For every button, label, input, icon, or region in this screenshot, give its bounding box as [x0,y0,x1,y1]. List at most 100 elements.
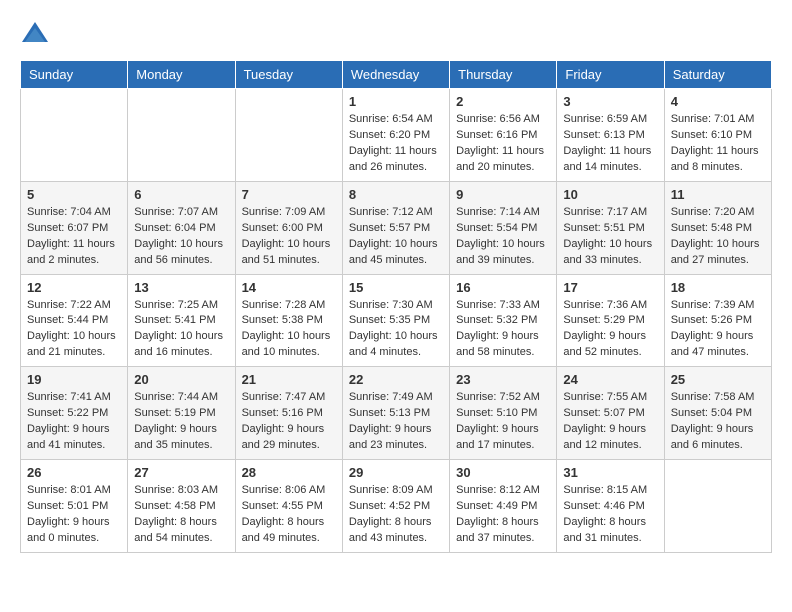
day-number: 4 [671,94,765,109]
calendar-cell: 25 Sunrise: 7:58 AMSunset: 5:04 PMDayligh… [664,367,771,460]
day-info: Sunrise: 7:41 AMSunset: 5:22 PMDaylight:… [27,390,121,454]
day-number: 28 [242,465,336,480]
day-number: 5 [27,187,121,202]
calendar-week-row: 1Sunrise: 6:54 AMSunset: 6:20 PMDaylight… [21,89,772,182]
page-header [20,20,772,50]
day-number: 22 [349,372,443,387]
day-number: 24 [563,372,657,387]
calendar-cell: 31 Sunrise: 8:15 AMSunset: 4:46 PMDayligh… [557,460,664,553]
day-number: 30 [456,465,550,480]
day-info: Sunrise: 8:15 AMSunset: 4:46 PMDaylight:… [563,483,657,547]
day-number: 23 [456,372,550,387]
day-number: 14 [242,280,336,295]
day-info: Sunrise: 7:22 AMSunset: 5:44 PMDaylight:… [27,298,121,362]
day-number: 17 [563,280,657,295]
day-number: 7 [242,187,336,202]
calendar-cell: 29Sunrise: 8:09 AMSunset: 4:52 PMDayligh… [342,460,449,553]
day-info: Sunrise: 7:36 AMSunset: 5:29 PMDaylight:… [563,298,657,362]
calendar-cell: 27 Sunrise: 8:03 AMSunset: 4:58 PMDayligh… [128,460,235,553]
day-info: Sunrise: 7:52 AMSunset: 5:10 PMDaylight:… [456,390,550,454]
day-info: Sunrise: 7:49 AMSunset: 5:13 PMDaylight:… [349,390,443,454]
weekday-header: Monday [128,61,235,89]
calendar-cell: 3Sunrise: 6:59 AMSunset: 6:13 PMDaylight… [557,89,664,182]
weekday-header: Wednesday [342,61,449,89]
day-number: 8 [349,187,443,202]
day-number: 26 [27,465,121,480]
calendar-cell: 15 Sunrise: 7:30 AMSunset: 5:35 PMDayligh… [342,274,449,367]
calendar-cell: 13Sunrise: 7:25 AMSunset: 5:41 PMDayligh… [128,274,235,367]
day-info: Sunrise: 8:09 AMSunset: 4:52 PMDaylight:… [349,483,443,547]
calendar-cell: 12 Sunrise: 7:22 AMSunset: 5:44 PMDayligh… [21,274,128,367]
calendar-cell: 19 Sunrise: 7:41 AMSunset: 5:22 PMDayligh… [21,367,128,460]
calendar-cell: 7 Sunrise: 7:09 AMSunset: 6:00 PMDaylight… [235,181,342,274]
calendar-cell [21,89,128,182]
weekday-header: Sunday [21,61,128,89]
day-number: 18 [671,280,765,295]
calendar-table: SundayMondayTuesdayWednesdayThursdayFrid… [20,60,772,553]
calendar-cell: 16Sunrise: 7:33 AMSunset: 5:32 PMDayligh… [450,274,557,367]
weekday-header: Thursday [450,61,557,89]
day-info: Sunrise: 7:14 AMSunset: 5:54 PMDaylight:… [456,205,550,269]
calendar-cell [235,89,342,182]
day-number: 31 [563,465,657,480]
calendar-cell: 5 Sunrise: 7:04 AMSunset: 6:07 PMDaylight… [21,181,128,274]
day-info: Sunrise: 6:54 AMSunset: 6:20 PMDaylight:… [349,112,443,176]
calendar-cell: 4 Sunrise: 7:01 AMSunset: 6:10 PMDaylight… [664,89,771,182]
calendar-cell [664,460,771,553]
day-info: Sunrise: 7:01 AMSunset: 6:10 PMDaylight:… [671,112,765,176]
day-info: Sunrise: 7:09 AMSunset: 6:00 PMDaylight:… [242,205,336,269]
day-number: 15 [349,280,443,295]
day-number: 21 [242,372,336,387]
calendar-cell: 10 Sunrise: 7:17 AMSunset: 5:51 PMDayligh… [557,181,664,274]
day-info: Sunrise: 7:25 AMSunset: 5:41 PMDaylight:… [134,298,228,362]
calendar-week-row: 26 Sunrise: 8:01 AMSunset: 5:01 PMDayligh… [21,460,772,553]
day-info: Sunrise: 7:12 AMSunset: 5:57 PMDaylight:… [349,205,443,269]
day-info: Sunrise: 7:20 AMSunset: 5:48 PMDaylight:… [671,205,765,269]
calendar-cell: 14Sunrise: 7:28 AMSunset: 5:38 PMDayligh… [235,274,342,367]
calendar-cell: 24 Sunrise: 7:55 AMSunset: 5:07 PMDayligh… [557,367,664,460]
logo [20,20,54,50]
day-number: 27 [134,465,228,480]
day-info: Sunrise: 7:30 AMSunset: 5:35 PMDaylight:… [349,298,443,362]
calendar-cell: 2Sunrise: 6:56 AMSunset: 6:16 PMDaylight… [450,89,557,182]
calendar-cell: 8 Sunrise: 7:12 AMSunset: 5:57 PMDaylight… [342,181,449,274]
day-number: 2 [456,94,550,109]
day-info: Sunrise: 7:04 AMSunset: 6:07 PMDaylight:… [27,205,121,269]
weekday-header: Tuesday [235,61,342,89]
calendar-week-row: 5 Sunrise: 7:04 AMSunset: 6:07 PMDaylight… [21,181,772,274]
day-info: Sunrise: 8:12 AMSunset: 4:49 PMDaylight:… [456,483,550,547]
calendar-cell: 28 Sunrise: 8:06 AMSunset: 4:55 PMDayligh… [235,460,342,553]
calendar-week-row: 12 Sunrise: 7:22 AMSunset: 5:44 PMDayligh… [21,274,772,367]
day-info: Sunrise: 8:01 AMSunset: 5:01 PMDaylight:… [27,483,121,547]
calendar-cell: 22 Sunrise: 7:49 AMSunset: 5:13 PMDayligh… [342,367,449,460]
calendar-header-row: SundayMondayTuesdayWednesdayThursdayFrid… [21,61,772,89]
day-number: 10 [563,187,657,202]
day-info: Sunrise: 8:03 AMSunset: 4:58 PMDaylight:… [134,483,228,547]
logo-icon [20,20,50,50]
calendar-cell: 20 Sunrise: 7:44 AMSunset: 5:19 PMDayligh… [128,367,235,460]
calendar-cell: 6Sunrise: 7:07 AMSunset: 6:04 PMDaylight… [128,181,235,274]
calendar-cell: 11 Sunrise: 7:20 AMSunset: 5:48 PMDayligh… [664,181,771,274]
day-info: Sunrise: 7:58 AMSunset: 5:04 PMDaylight:… [671,390,765,454]
day-number: 25 [671,372,765,387]
day-number: 11 [671,187,765,202]
day-info: Sunrise: 7:55 AMSunset: 5:07 PMDaylight:… [563,390,657,454]
day-info: Sunrise: 7:33 AMSunset: 5:32 PMDaylight:… [456,298,550,362]
day-number: 20 [134,372,228,387]
calendar-week-row: 19 Sunrise: 7:41 AMSunset: 5:22 PMDayligh… [21,367,772,460]
calendar-cell: 23 Sunrise: 7:52 AMSunset: 5:10 PMDayligh… [450,367,557,460]
day-number: 9 [456,187,550,202]
calendar-cell: 30 Sunrise: 8:12 AMSunset: 4:49 PMDayligh… [450,460,557,553]
calendar-cell: 18 Sunrise: 7:39 AMSunset: 5:26 PMDayligh… [664,274,771,367]
day-number: 12 [27,280,121,295]
day-info: Sunrise: 7:39 AMSunset: 5:26 PMDaylight:… [671,298,765,362]
day-info: Sunrise: 8:06 AMSunset: 4:55 PMDaylight:… [242,483,336,547]
calendar-cell: 17 Sunrise: 7:36 AMSunset: 5:29 PMDayligh… [557,274,664,367]
calendar-cell: 26 Sunrise: 8:01 AMSunset: 5:01 PMDayligh… [21,460,128,553]
calendar-cell [128,89,235,182]
day-number: 19 [27,372,121,387]
day-info: Sunrise: 7:17 AMSunset: 5:51 PMDaylight:… [563,205,657,269]
calendar-cell: 9 Sunrise: 7:14 AMSunset: 5:54 PMDaylight… [450,181,557,274]
day-number: 3 [563,94,657,109]
day-info: Sunrise: 7:44 AMSunset: 5:19 PMDaylight:… [134,390,228,454]
